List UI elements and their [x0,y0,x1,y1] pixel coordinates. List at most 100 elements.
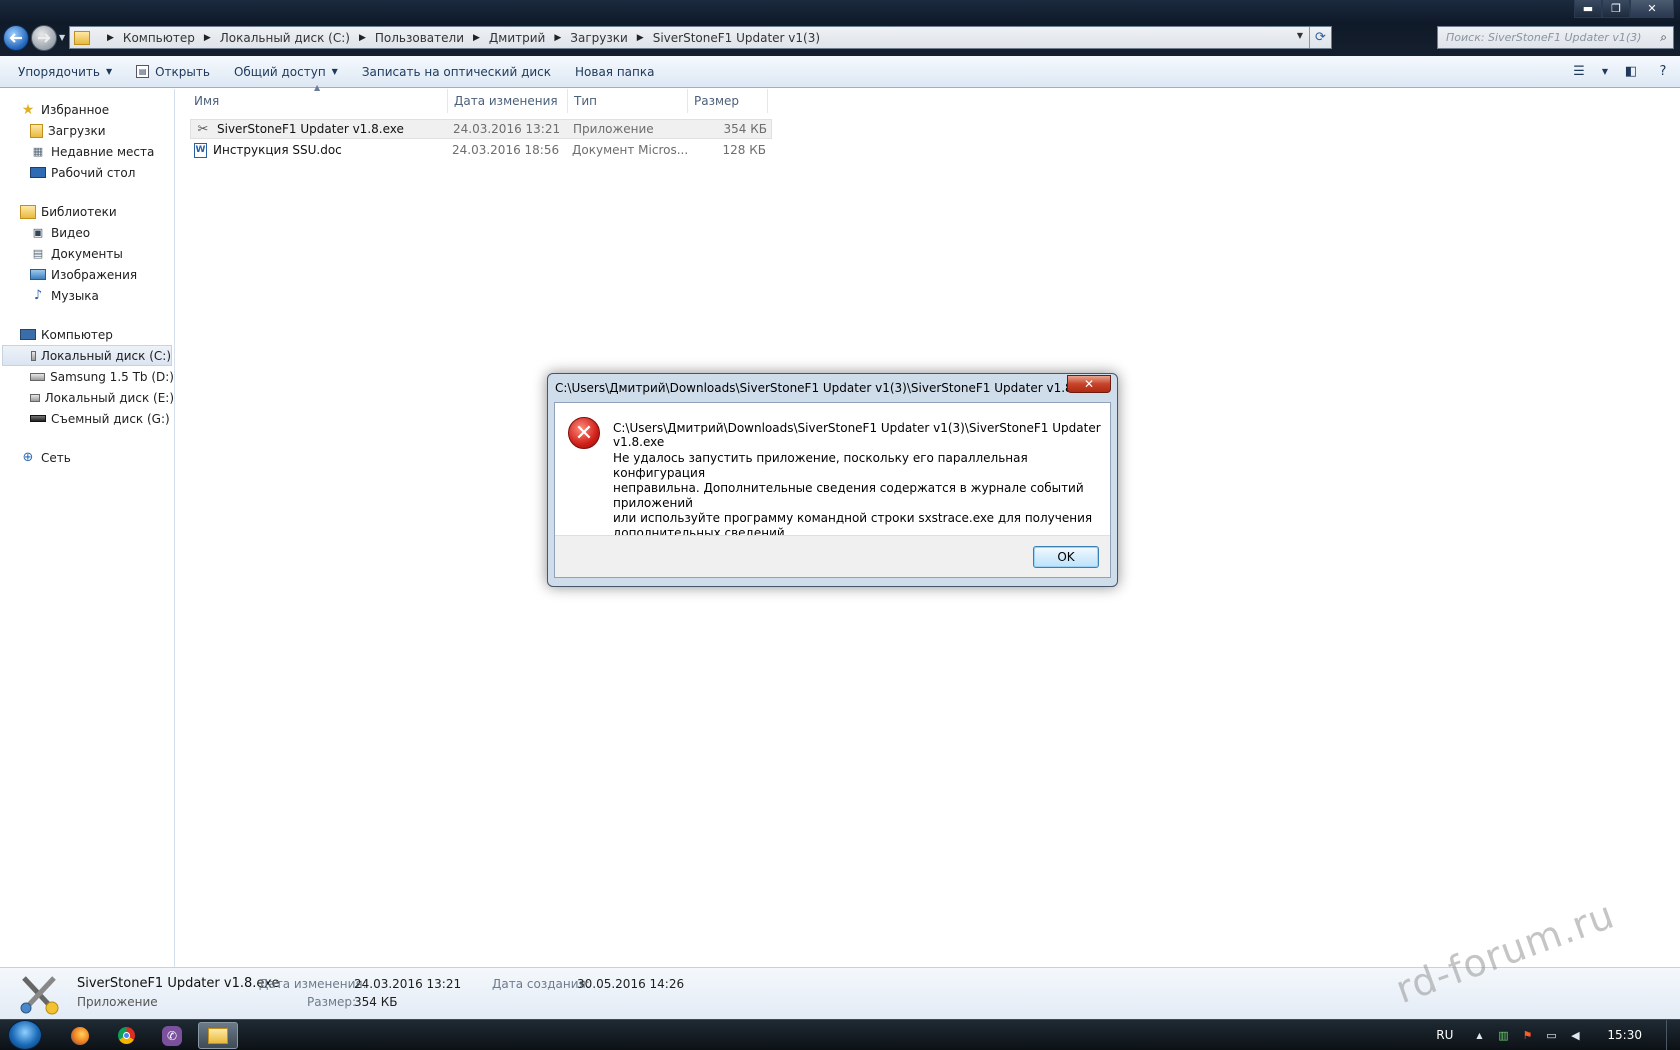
file-name: SiverStoneF1 Updater v1.8.exe [217,122,404,136]
nav-item-pictures[interactable]: Изображения [0,264,174,285]
minimize-button[interactable]: ▬ [1574,0,1602,18]
dialog-message-line: или используйте программу командной стро… [613,511,1093,525]
network-tray-icon[interactable]: ▥ [1495,1028,1511,1042]
burn-label: Записать на оптический диск [361,64,552,79]
address-dropdown-icon[interactable]: ▼ [1297,31,1303,40]
new-folder-button[interactable]: Новая папка [565,60,664,84]
breadcrumb-drive-c[interactable]: Локальный диск (C:) [220,31,350,45]
show-desktop-button[interactable] [1666,1020,1680,1050]
clock[interactable]: 15:30 [1607,1028,1642,1042]
nav-libraries[interactable]: Библиотеки [0,201,174,222]
nav-item-drive-g[interactable]: Съемный диск (G:) [0,408,174,429]
language-indicator[interactable]: RU [1436,1028,1453,1042]
file-row[interactable]: ✂ SiverStoneF1 Updater v1.8.exe 24.03.20… [190,119,772,139]
breadcrumb-current-folder[interactable]: SiverStoneF1 Updater v1(3) [653,31,820,45]
details-created-label: Дата создания: [492,977,590,991]
taskbar-viber[interactable]: ✆ [152,1022,192,1049]
chevron-right-icon[interactable]: ▶ [473,33,480,43]
show-hidden-icons-icon[interactable]: ▲ [1471,1028,1487,1042]
nav-item-drive-d[interactable]: Samsung 1.5 Tb (D:) [0,366,174,387]
chrome-icon [117,1027,135,1044]
chevron-right-icon[interactable]: ▶ [204,33,211,43]
nav-item-recent-places[interactable]: ▦ Недавние места [0,141,174,162]
flag-icon[interactable]: ⚑ [1519,1028,1535,1042]
breadcrumb-users[interactable]: Пользователи [375,31,464,45]
organize-label: Упорядочить [18,64,100,79]
preview-pane-icon[interactable]: ◧ [1620,60,1642,82]
nav-item-desktop[interactable]: Рабочий стол [0,162,174,183]
breadcrumb-user[interactable]: Дмитрий [489,31,545,45]
nav-item-label: Локальный диск (C:) [40,348,171,363]
window-titlebar: ▬ ❐ ✕ ▼ ▶ Компьютер ▶ Локальный диск (C:… [0,0,1680,56]
system-drive-icon [31,350,36,361]
column-header-name[interactable]: Имя [176,89,448,113]
forward-button[interactable] [31,25,57,51]
taskbar-explorer[interactable] [198,1022,238,1049]
file-size: 354 КБ [723,122,767,136]
nav-computer[interactable]: Компьютер [0,324,174,345]
chevron-down-icon[interactable]: ▼ [1600,60,1610,82]
view-options-icon[interactable]: ☰ [1568,60,1590,82]
column-header-type[interactable]: Тип [568,89,688,113]
breadcrumb-downloads[interactable]: Загрузки [570,31,628,45]
close-window-button[interactable]: ✕ [1630,0,1674,18]
chevron-right-icon[interactable]: ▶ [359,33,366,43]
open-label: Открыть [155,64,210,79]
help-icon[interactable]: ? [1652,60,1674,82]
command-bar: Упорядочить ▼ ▤ Открыть Общий доступ ▼ З… [0,56,1680,88]
address-bar[interactable]: ▶ Компьютер ▶ Локальный диск (C:) ▶ Поль… [69,26,1332,49]
column-header-size[interactable]: Размер [688,89,768,113]
nav-favorites[interactable]: ★ Избранное [0,99,174,120]
details-file-name: SiverStoneF1 Updater v1.8.exe [77,976,280,991]
nav-item-documents[interactable]: ▤ Документы [0,243,174,264]
nav-item-drive-e[interactable]: Локальный диск (E:) [0,387,174,408]
maximize-button[interactable]: ❐ [1602,0,1630,18]
open-button[interactable]: ▤ Открыть [126,60,220,84]
back-button[interactable] [3,25,29,51]
volume-icon[interactable]: ◀ [1567,1028,1583,1042]
column-name-label: Имя [194,94,220,108]
downloads-folder-icon [30,123,43,138]
dialog-message-line: неправильна. Дополнительные сведения сод… [613,481,1084,510]
action-center-icon[interactable]: ▭ [1543,1028,1559,1042]
ok-button[interactable]: OK [1033,546,1099,568]
file-type: Документ Micros... [572,143,689,157]
arrow-left-icon [9,33,22,43]
details-size-value: 354 КБ [354,995,398,1009]
dialog-close-button[interactable]: ✕ [1067,375,1111,393]
start-button[interactable] [8,1020,42,1050]
favorites-group: ★ Избранное Загрузки ▦ Недавние места Ра… [0,99,174,183]
libraries-icon [20,204,36,219]
nav-item-downloads[interactable]: Загрузки [0,120,174,141]
chevron-right-icon[interactable]: ▶ [554,33,561,43]
taskbar-chrome[interactable] [106,1022,146,1049]
file-date: 24.03.2016 13:21 [453,122,561,136]
organize-button[interactable]: Упорядочить ▼ [8,60,122,84]
search-input[interactable]: Поиск: SiverStoneF1 Updater v1(3) ⌕ [1437,26,1674,49]
dialog-message: Не удалось запустить приложение, посколь… [613,451,1093,541]
details-size-label: Размер: [307,995,357,1009]
chevron-right-icon[interactable]: ▶ [637,33,644,43]
chevron-right-icon[interactable]: ▶ [107,33,114,43]
details-modified-value: 24.03.2016 13:21 [354,977,462,991]
nav-network[interactable]: ⊕ Сеть [0,447,174,468]
documents-icon: ▤ [32,247,44,260]
music-icon: ♪ [33,288,43,303]
nav-item-music[interactable]: ♪ Музыка [0,285,174,306]
word-document-icon: W [194,142,207,158]
nav-item-drive-c[interactable]: Локальный диск (C:) [2,345,172,366]
taskbar-firefox[interactable] [60,1022,100,1049]
libraries-group: Библиотеки ▣ Видео ▤ Документы Изображен… [0,201,174,306]
refresh-icon[interactable]: ⟳ [1309,27,1331,48]
hard-drive-icon [30,372,46,381]
recent-pages-dropdown-icon[interactable]: ▼ [59,33,65,42]
share-label: Общий доступ [233,64,326,79]
breadcrumb: ▶ Компьютер ▶ Локальный диск (C:) ▶ Поль… [98,31,820,45]
breadcrumb-computer[interactable]: Компьютер [123,31,195,45]
search-icon[interactable]: ⌕ [1660,30,1667,45]
burn-button[interactable]: Записать на оптический диск [352,60,561,84]
share-button[interactable]: Общий доступ ▼ [224,60,348,84]
nav-item-video[interactable]: ▣ Видео [0,222,174,243]
file-row[interactable]: W Инструкция SSU.doc 24.03.2016 18:56 До… [190,140,770,160]
column-header-date[interactable]: Дата изменения [448,89,568,113]
